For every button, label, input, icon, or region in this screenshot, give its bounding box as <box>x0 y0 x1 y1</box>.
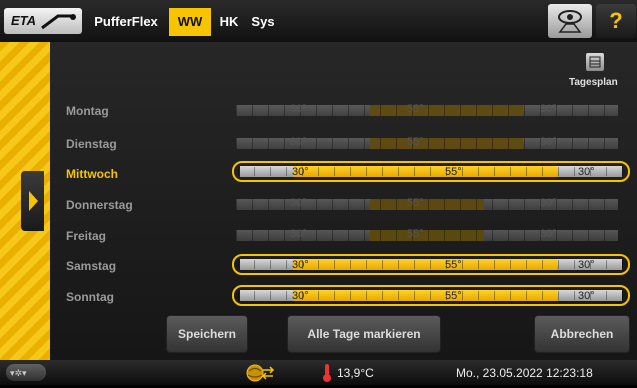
date-time: Mo., 23.05.2022 12:23:18 <box>456 366 593 380</box>
temp-2: 55° <box>445 290 462 302</box>
temp-2: 55° <box>407 228 424 240</box>
logo-text: ETA <box>11 13 37 28</box>
cancel-button[interactable]: Abbrechen <box>534 315 630 353</box>
temp-2: 55° <box>445 166 462 178</box>
temp-3: 30° <box>540 103 557 115</box>
day-bar-montag[interactable]: 30° 55° 30° <box>232 101 622 120</box>
day-plan-label[interactable]: Tagesplan <box>569 77 618 88</box>
tab-ww[interactable]: WW <box>169 8 211 36</box>
temp-2: 55° <box>407 136 424 148</box>
temp-3: 30° <box>540 228 557 240</box>
day-label-samstag: Samstag <box>66 259 117 273</box>
temp-2: 55° <box>445 259 462 271</box>
day-label-freitag: Freitag <box>66 229 107 243</box>
day-label-mittwoch: Mittwoch <box>66 167 118 181</box>
day-bar-mittwoch[interactable]: 30° 55° 30° <box>232 161 630 182</box>
svg-text:▾✲▾: ▾✲▾ <box>10 369 27 379</box>
temp-3: 30° <box>578 166 595 178</box>
temp-1: 30° <box>290 103 307 115</box>
day-bar-freitag[interactable]: 30° 55° 30° <box>232 226 622 245</box>
day-label-montag: Montag <box>66 104 109 118</box>
save-button[interactable]: Speichern <box>166 315 248 353</box>
temp-3: 30° <box>578 259 595 271</box>
outside-temperature: 13,9°C <box>337 366 374 380</box>
temp-1: 30° <box>292 259 309 271</box>
temp-1: 30° <box>290 197 307 209</box>
expand-arrow-icon[interactable] <box>21 171 44 231</box>
help-button[interactable]: ? <box>596 4 636 38</box>
service-view-button[interactable] <box>548 4 592 38</box>
day-bar-dienstag[interactable]: 30° 55° 30° <box>232 134 622 153</box>
temp-1: 30° <box>290 228 307 240</box>
eta-logo: ETA <box>4 8 82 34</box>
thermometer-icon <box>322 363 332 383</box>
sync-globe-icon[interactable] <box>244 362 276 383</box>
day-bar-sonntag[interactable]: 30° 55° 30° <box>232 285 630 306</box>
day-label-donnerstag: Donnerstag <box>66 198 133 212</box>
temp-3: 30° <box>540 136 557 148</box>
tab-pufferflex[interactable]: PufferFlex <box>88 8 164 36</box>
temp-2: 55° <box>407 197 424 209</box>
day-bar-donnerstag[interactable]: 30° 55° 30° <box>232 195 622 214</box>
tab-sys[interactable]: Sys <box>246 8 280 36</box>
temp-3: 30° <box>578 290 595 302</box>
top-bar: ETA PufferFlex WW HK Sys ? <box>0 0 637 42</box>
tab-hk[interactable]: HK <box>215 8 243 36</box>
logo-swoosh-icon <box>41 14 76 30</box>
status-bar: ▾✲▾ 13,9°C Mo., 23.05.2022 12:23:18 <box>0 360 637 385</box>
day-bar-samstag[interactable]: 30° 55° 30° <box>232 254 630 275</box>
mark-all-days-button[interactable]: Alle Tage markieren <box>287 315 441 353</box>
temp-1: 30° <box>292 166 309 178</box>
day-plan-icon[interactable] <box>586 53 604 71</box>
eye-view-icon <box>558 10 582 33</box>
day-label-sonntag: Sonntag <box>66 290 114 304</box>
temp-2: 55° <box>407 103 424 115</box>
day-label-dienstag: Dienstag <box>66 137 117 151</box>
network-icon[interactable]: ▾✲▾ <box>6 364 46 381</box>
temp-1: 30° <box>292 290 309 302</box>
temp-3: 30° <box>540 197 557 209</box>
temp-1: 30° <box>290 136 307 148</box>
